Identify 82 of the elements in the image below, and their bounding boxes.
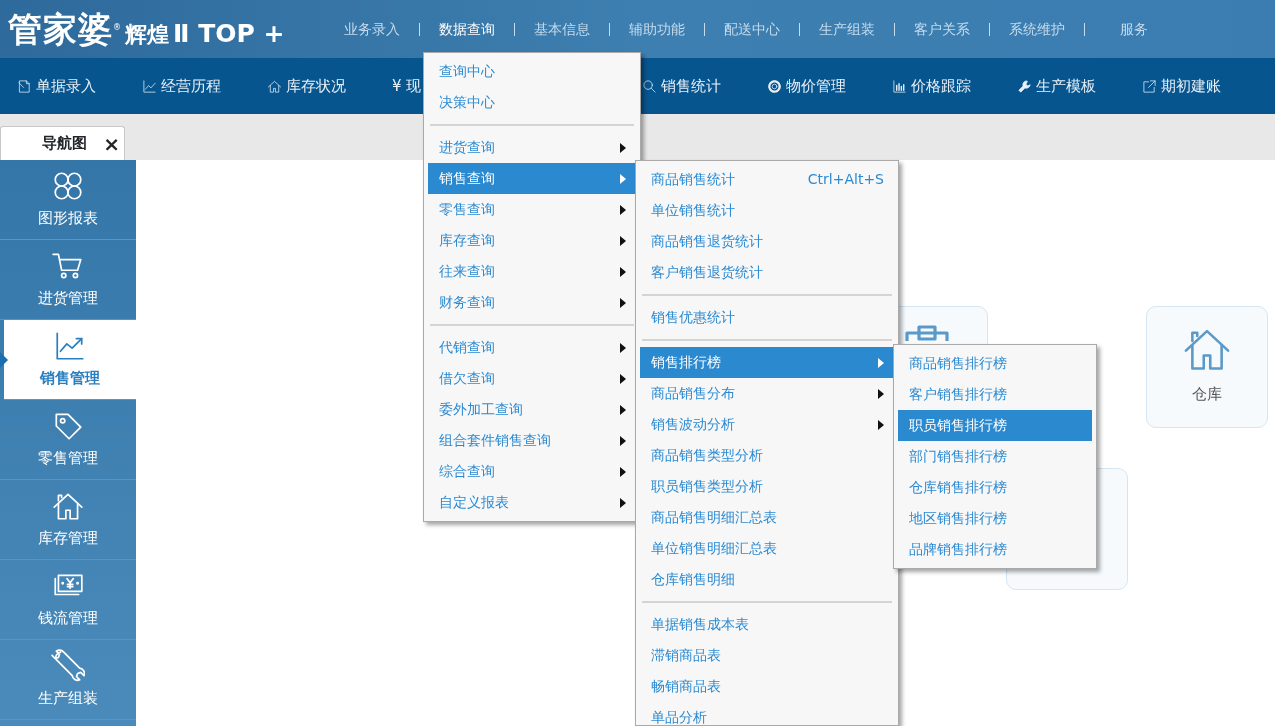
menu-item[interactable]: 辅助功能 (629, 18, 685, 40)
menu-item[interactable]: 单位销售统计 (640, 195, 894, 226)
external-link-icon (1142, 78, 1157, 94)
selection-pointer-icon (0, 352, 8, 368)
toolbar-button[interactable]: 销售统计 (661, 74, 721, 98)
sidebar-item[interactable]: 零售管理 (0, 400, 136, 480)
toolbar-button[interactable]: 库存状况 (286, 74, 346, 98)
menu-item[interactable]: 决策中心 (428, 87, 636, 118)
menu-item[interactable]: 数据查询 (439, 18, 495, 40)
menu-item[interactable]: 进货查询 (428, 132, 636, 163)
sidebar-item[interactable]: 生产组装 (0, 640, 136, 720)
line-chart-icon (142, 78, 157, 94)
toolbar-button[interactable]: 单据录入 (36, 74, 96, 98)
menu-item[interactable]: 配送中心 (724, 18, 780, 40)
sidebar-item[interactable]: 图形报表 (0, 160, 136, 240)
toolbar-button[interactable]: 生产模板 (1036, 74, 1096, 98)
edition-label: Ⅱ TOP + (173, 21, 285, 46)
menu-item[interactable]: 仓库销售明细 (640, 564, 894, 595)
menu-item[interactable]: 销售查询 (428, 163, 636, 194)
menu-item[interactable]: 销售波动分析 (640, 409, 894, 440)
menu-item[interactable]: 畅销商品表 (640, 671, 894, 702)
menu-item[interactable]: 商品销售排行榜 (898, 348, 1092, 379)
menu-item[interactable]: 库存查询 (428, 225, 636, 256)
sidebar-item[interactable]: 钱流管理 (0, 560, 136, 640)
menu-item[interactable]: 单据销售成本表 (640, 609, 894, 640)
menu-item[interactable]: 业务录入 (344, 18, 400, 40)
menu-item[interactable]: 仓库销售排行榜 (898, 472, 1092, 503)
tab[interactable]: 导航图 × (0, 126, 125, 160)
menu-item[interactable]: 代销查询 (428, 332, 636, 363)
clipboard-icon (904, 323, 950, 341)
menu-item[interactable]: 委外加工查询 (428, 394, 636, 425)
menu-item[interactable]: 单品分析 (640, 702, 894, 725)
menu-item[interactable]: 基本信息 (534, 18, 590, 40)
shortcut-label: Ctrl+Alt+S (807, 170, 884, 189)
menu-item[interactable]: 职员销售类型分析 (640, 471, 894, 502)
card-label: 仓库 (1192, 384, 1222, 405)
menu-item[interactable]: 部门销售排行榜 (898, 441, 1092, 472)
bar-chart-icon (892, 78, 907, 94)
menu-item[interactable]: 客户销售退货统计 (640, 257, 894, 288)
toolbar-button[interactable]: 价格跟踪 (911, 74, 971, 98)
menu-item[interactable]: 财务查询 (428, 287, 636, 318)
toolbar-button[interactable]: 期初建账 (1161, 74, 1221, 98)
menu-item[interactable]: 商品销售明细汇总表 (640, 502, 894, 533)
menu-item[interactable]: 综合查询 (428, 456, 636, 487)
menu-item[interactable]: 零售查询 (428, 194, 636, 225)
menu-item[interactable]: 品牌销售排行榜 (898, 534, 1092, 565)
menu-item[interactable]: 往来查询 (428, 256, 636, 287)
logo-text: 管家婆 (8, 12, 113, 46)
menu-item[interactable]: 销售优惠统计 (640, 302, 894, 333)
menu-item[interactable]: 客户关系 (914, 18, 970, 40)
menu-item[interactable]: 生产组装 (819, 18, 875, 40)
menu-item[interactable]: 单位销售明细汇总表 (640, 533, 894, 564)
registered-mark: ® (113, 22, 121, 34)
menu-item[interactable]: 服务 (1120, 18, 1148, 40)
settings-icon (767, 78, 782, 94)
menu-item[interactable]: 滞销商品表 (640, 640, 894, 671)
house-icon (267, 78, 282, 94)
logo-subtitle: 辉煌 (125, 24, 169, 46)
document-edit-icon (17, 78, 32, 94)
menu-item[interactable]: 查询中心 (428, 56, 636, 87)
menu-item[interactable]: 职员销售排行榜 (898, 410, 1092, 441)
search-icon (642, 78, 657, 94)
menu-item[interactable]: 销售排行榜 (640, 347, 894, 378)
toolbar-button[interactable]: 经营历程 (161, 74, 221, 98)
wrench-icon (51, 649, 85, 684)
menu-item[interactable]: 商品销售类型分析 (640, 440, 894, 471)
menu-item[interactable]: 商品销售分布 (640, 378, 894, 409)
tab-label: 导航图 (42, 133, 88, 155)
toolbar-button[interactable]: ¥ 现 (392, 74, 422, 98)
menu-item[interactable]: 系统维护 (1009, 18, 1065, 40)
menu-item[interactable]: 商品销售统计 Ctrl+Alt+S (640, 164, 894, 195)
menu-item[interactable]: 组合套件销售查询 (428, 425, 636, 456)
sidebar-item[interactable]: 库存管理 (0, 480, 136, 560)
menu-item[interactable]: 客户销售排行榜 (898, 379, 1092, 410)
menu-item[interactable]: 地区销售排行榜 (898, 503, 1092, 534)
nav-card[interactable]: 仓库 (1146, 306, 1268, 428)
wrench-icon (1017, 78, 1032, 94)
menu-item[interactable]: 自定义报表 (428, 487, 636, 518)
menu-item[interactable]: 借欠查询 (428, 363, 636, 394)
close-icon[interactable]: × (103, 133, 120, 154)
toolbar-button[interactable]: 物价管理 (786, 74, 846, 98)
menu-item[interactable]: 商品销售退货统计 (640, 226, 894, 257)
